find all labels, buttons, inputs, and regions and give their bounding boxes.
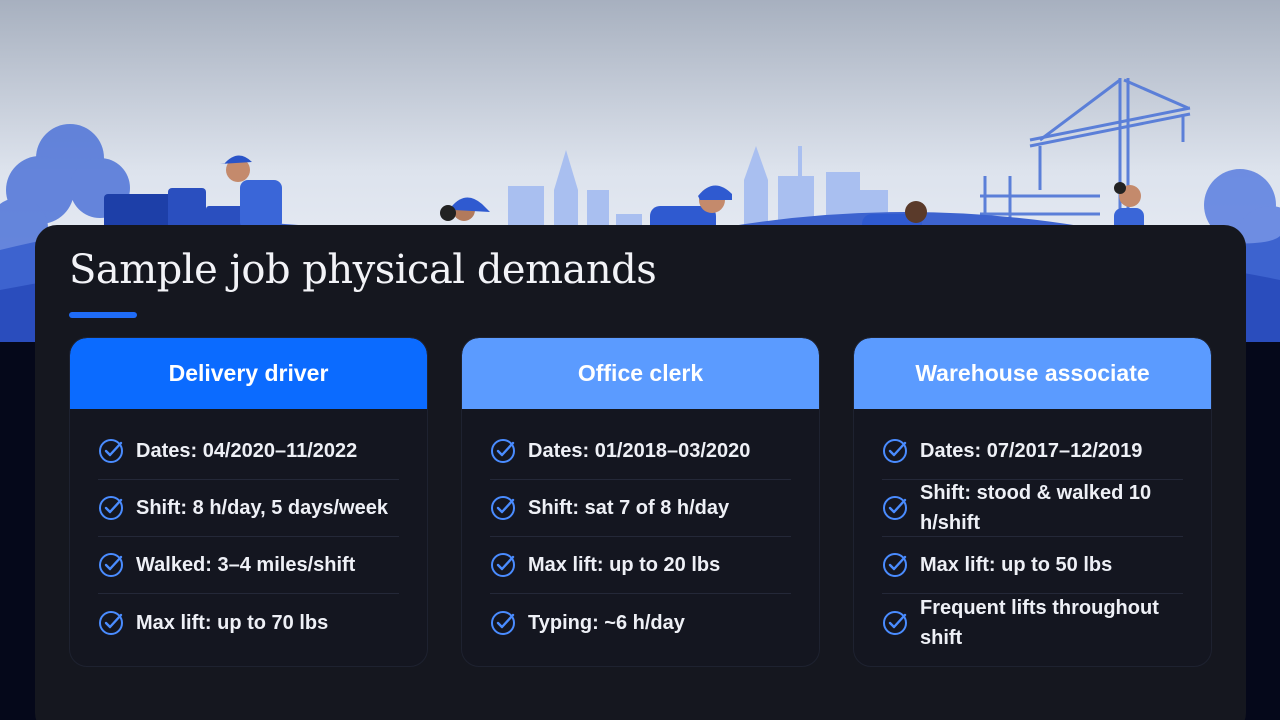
content-panel: Sample job physical demands Delivery dri… (35, 225, 1246, 720)
card-body: Dates: 04/2020–11/2022 Shift: 8 h/day, 5… (70, 409, 427, 651)
item-text: Dates: 07/2017–12/2019 (920, 440, 1143, 462)
item-text: Frequent lifts throughout shift (920, 596, 1159, 649)
job-card-office-clerk: Office clerk Dates: 01/2018–03/2020 Shif… (461, 337, 820, 667)
item-text: Dates: 04/2020–11/2022 (136, 440, 358, 462)
list-item: Dates: 07/2017–12/2019 (882, 423, 1183, 480)
check-circle-icon (99, 610, 123, 635)
item-text: Typing: ~6 h/day (528, 611, 685, 634)
list-item: Max lift: up to 50 lbs (882, 537, 1183, 594)
check-circle-icon (99, 439, 123, 463)
list-item: Frequent lifts throughout shift (882, 594, 1183, 651)
card-header: Delivery driver (70, 338, 427, 409)
job-card-warehouse-associate: Warehouse associate Dates: 07/2017–12/20… (853, 337, 1212, 667)
item-text: Max lift: up to 20 lbs (528, 554, 721, 576)
item-text: Dates: 01/2018–03/2020 (528, 440, 751, 462)
card-body: Dates: 01/2018–03/2020 Shift: sat 7 of 8… (462, 409, 819, 651)
list-item: Shift: 8 h/day, 5 days/week (98, 480, 399, 537)
item-text: Shift: 8 h/day, 5 days/week (136, 497, 388, 519)
list-item: Max lift: up to 20 lbs (490, 537, 791, 594)
item-text: Walked: 3–4 miles/shift (136, 554, 356, 576)
check-circle-icon (491, 553, 515, 577)
check-circle-icon (99, 553, 123, 577)
title-accent-bar (69, 312, 137, 318)
check-circle-icon (883, 496, 907, 520)
page-title: Sample job physical demands (69, 247, 657, 293)
list-item: Shift: sat 7 of 8 h/day (490, 480, 791, 537)
check-circle-icon (883, 553, 907, 577)
list-item: Shift: stood & walked 10 h/shift (882, 480, 1183, 537)
check-circle-icon (883, 610, 907, 635)
card-body: Dates: 07/2017–12/2019 Shift: stood & wa… (854, 409, 1211, 651)
card-header: Warehouse associate (854, 338, 1211, 409)
item-text: Shift: sat 7 of 8 h/day (528, 497, 730, 519)
list-item: Dates: 01/2018–03/2020 (490, 423, 791, 480)
job-card-delivery-driver: Delivery driver Dates: 04/2020–11/2022 S… (69, 337, 428, 667)
card-header: Office clerk (462, 338, 819, 409)
list-item: Max lift: up to 70 lbs (98, 594, 399, 651)
list-item: Dates: 04/2020–11/2022 (98, 423, 399, 480)
check-circle-icon (491, 610, 515, 635)
list-item: Walked: 3–4 miles/shift (98, 537, 399, 594)
list-item: Typing: ~6 h/day (490, 594, 791, 651)
item-text: Max lift: up to 50 lbs (920, 554, 1113, 576)
check-circle-icon (491, 439, 515, 463)
item-text: Max lift: up to 70 lbs (136, 611, 329, 634)
check-circle-icon (99, 496, 123, 520)
item-text: Shift: stood & walked 10 h/shift (920, 482, 1152, 534)
check-circle-icon (491, 496, 515, 520)
check-circle-icon (883, 439, 907, 463)
